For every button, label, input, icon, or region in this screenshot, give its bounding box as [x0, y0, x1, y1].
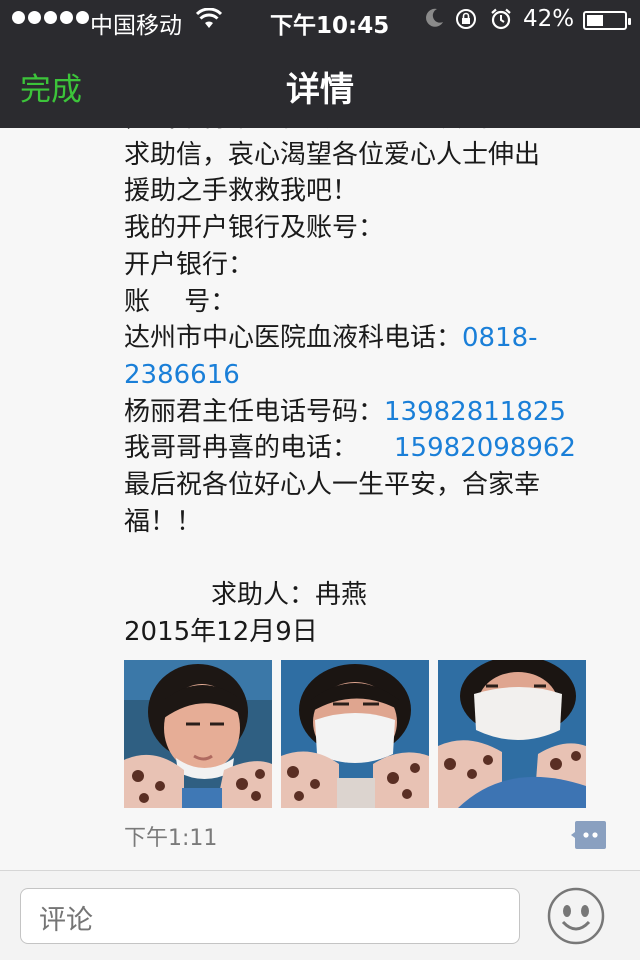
hospital-phone-link[interactable]: 0818- — [462, 323, 538, 353]
closing-line: 福！！ — [124, 506, 203, 537]
post-line: 援助之手救救我吧！ — [124, 176, 359, 207]
nav-bar: 完成 详情 — [0, 40, 640, 128]
post-date: 2015年12月9日 — [124, 616, 318, 647]
brother-phone-line: 我哥哥冉喜的电话： 15982098962 — [124, 430, 624, 467]
brother-phone-label: 我哥哥冉喜的电话： — [124, 433, 359, 464]
post-line: 求助信，哀心渴望各位爱心人士伸出 — [124, 139, 541, 170]
director-phone-link[interactable]: 13982811825 — [384, 397, 566, 427]
clock-time: 下午10:45 — [270, 13, 390, 39]
comment-bubble-icon[interactable] — [571, 820, 607, 850]
closing-line: 最后祝各位好心人一生平安，合家幸 — [124, 470, 541, 501]
alarm-icon — [491, 8, 511, 30]
post-detail[interactable]: ，我不得不向社会爱心人士发出这封 求助信，哀心渴望各位爱心人士伸出 援助之手救救… — [0, 100, 640, 870]
moon-icon — [426, 8, 443, 27]
photo-thumbnail[interactable] — [438, 660, 586, 808]
photo-thumbnail[interactable] — [281, 660, 429, 808]
photo-thumbnail[interactable] — [124, 660, 272, 808]
orientation-lock-icon — [456, 9, 476, 29]
hospital-phone-line: 达州市中心医院血液科电话：0818- — [124, 320, 624, 357]
hospital-phone-link-cont[interactable]: 2386616 — [124, 357, 624, 394]
signer: 求助人：冉燕 — [211, 580, 368, 611]
director-phone-label: 杨丽君主任电话号码： — [124, 396, 385, 427]
brother-phone-link[interactable]: 15982098962 — [394, 433, 576, 463]
post-time: 下午1:11 — [124, 826, 218, 851]
photo-grid — [124, 660, 586, 808]
post-line: 开户银行： — [124, 249, 255, 280]
battery-percent: 42% — [523, 6, 575, 32]
top-bar: 中国移动 下午10:45 42% 完成 详情 — [0, 0, 640, 128]
carrier-name: 中国移动 — [90, 13, 182, 39]
comment-bar — [0, 870, 640, 960]
post-body: ，我不得不向社会爱心人士发出这封 求助信，哀心渴望各位爱心人士伸出 援助之手救救… — [124, 100, 624, 651]
page-title: 详情 — [286, 70, 354, 110]
wifi-icon — [196, 8, 222, 28]
battery-icon — [583, 11, 631, 30]
post-line: 账 号： — [124, 286, 237, 317]
emoji-face-icon[interactable] — [546, 886, 606, 946]
signal-dots-icon — [12, 11, 89, 24]
comment-input[interactable] — [20, 888, 520, 944]
post-line: 我的开户银行及账号： — [124, 213, 385, 244]
status-bar: 中国移动 下午10:45 42% — [0, 0, 640, 40]
director-phone-line: 杨丽君主任电话号码：13982811825 — [124, 394, 624, 431]
hospital-phone-label: 达州市中心医院血液科电话： — [124, 323, 463, 354]
